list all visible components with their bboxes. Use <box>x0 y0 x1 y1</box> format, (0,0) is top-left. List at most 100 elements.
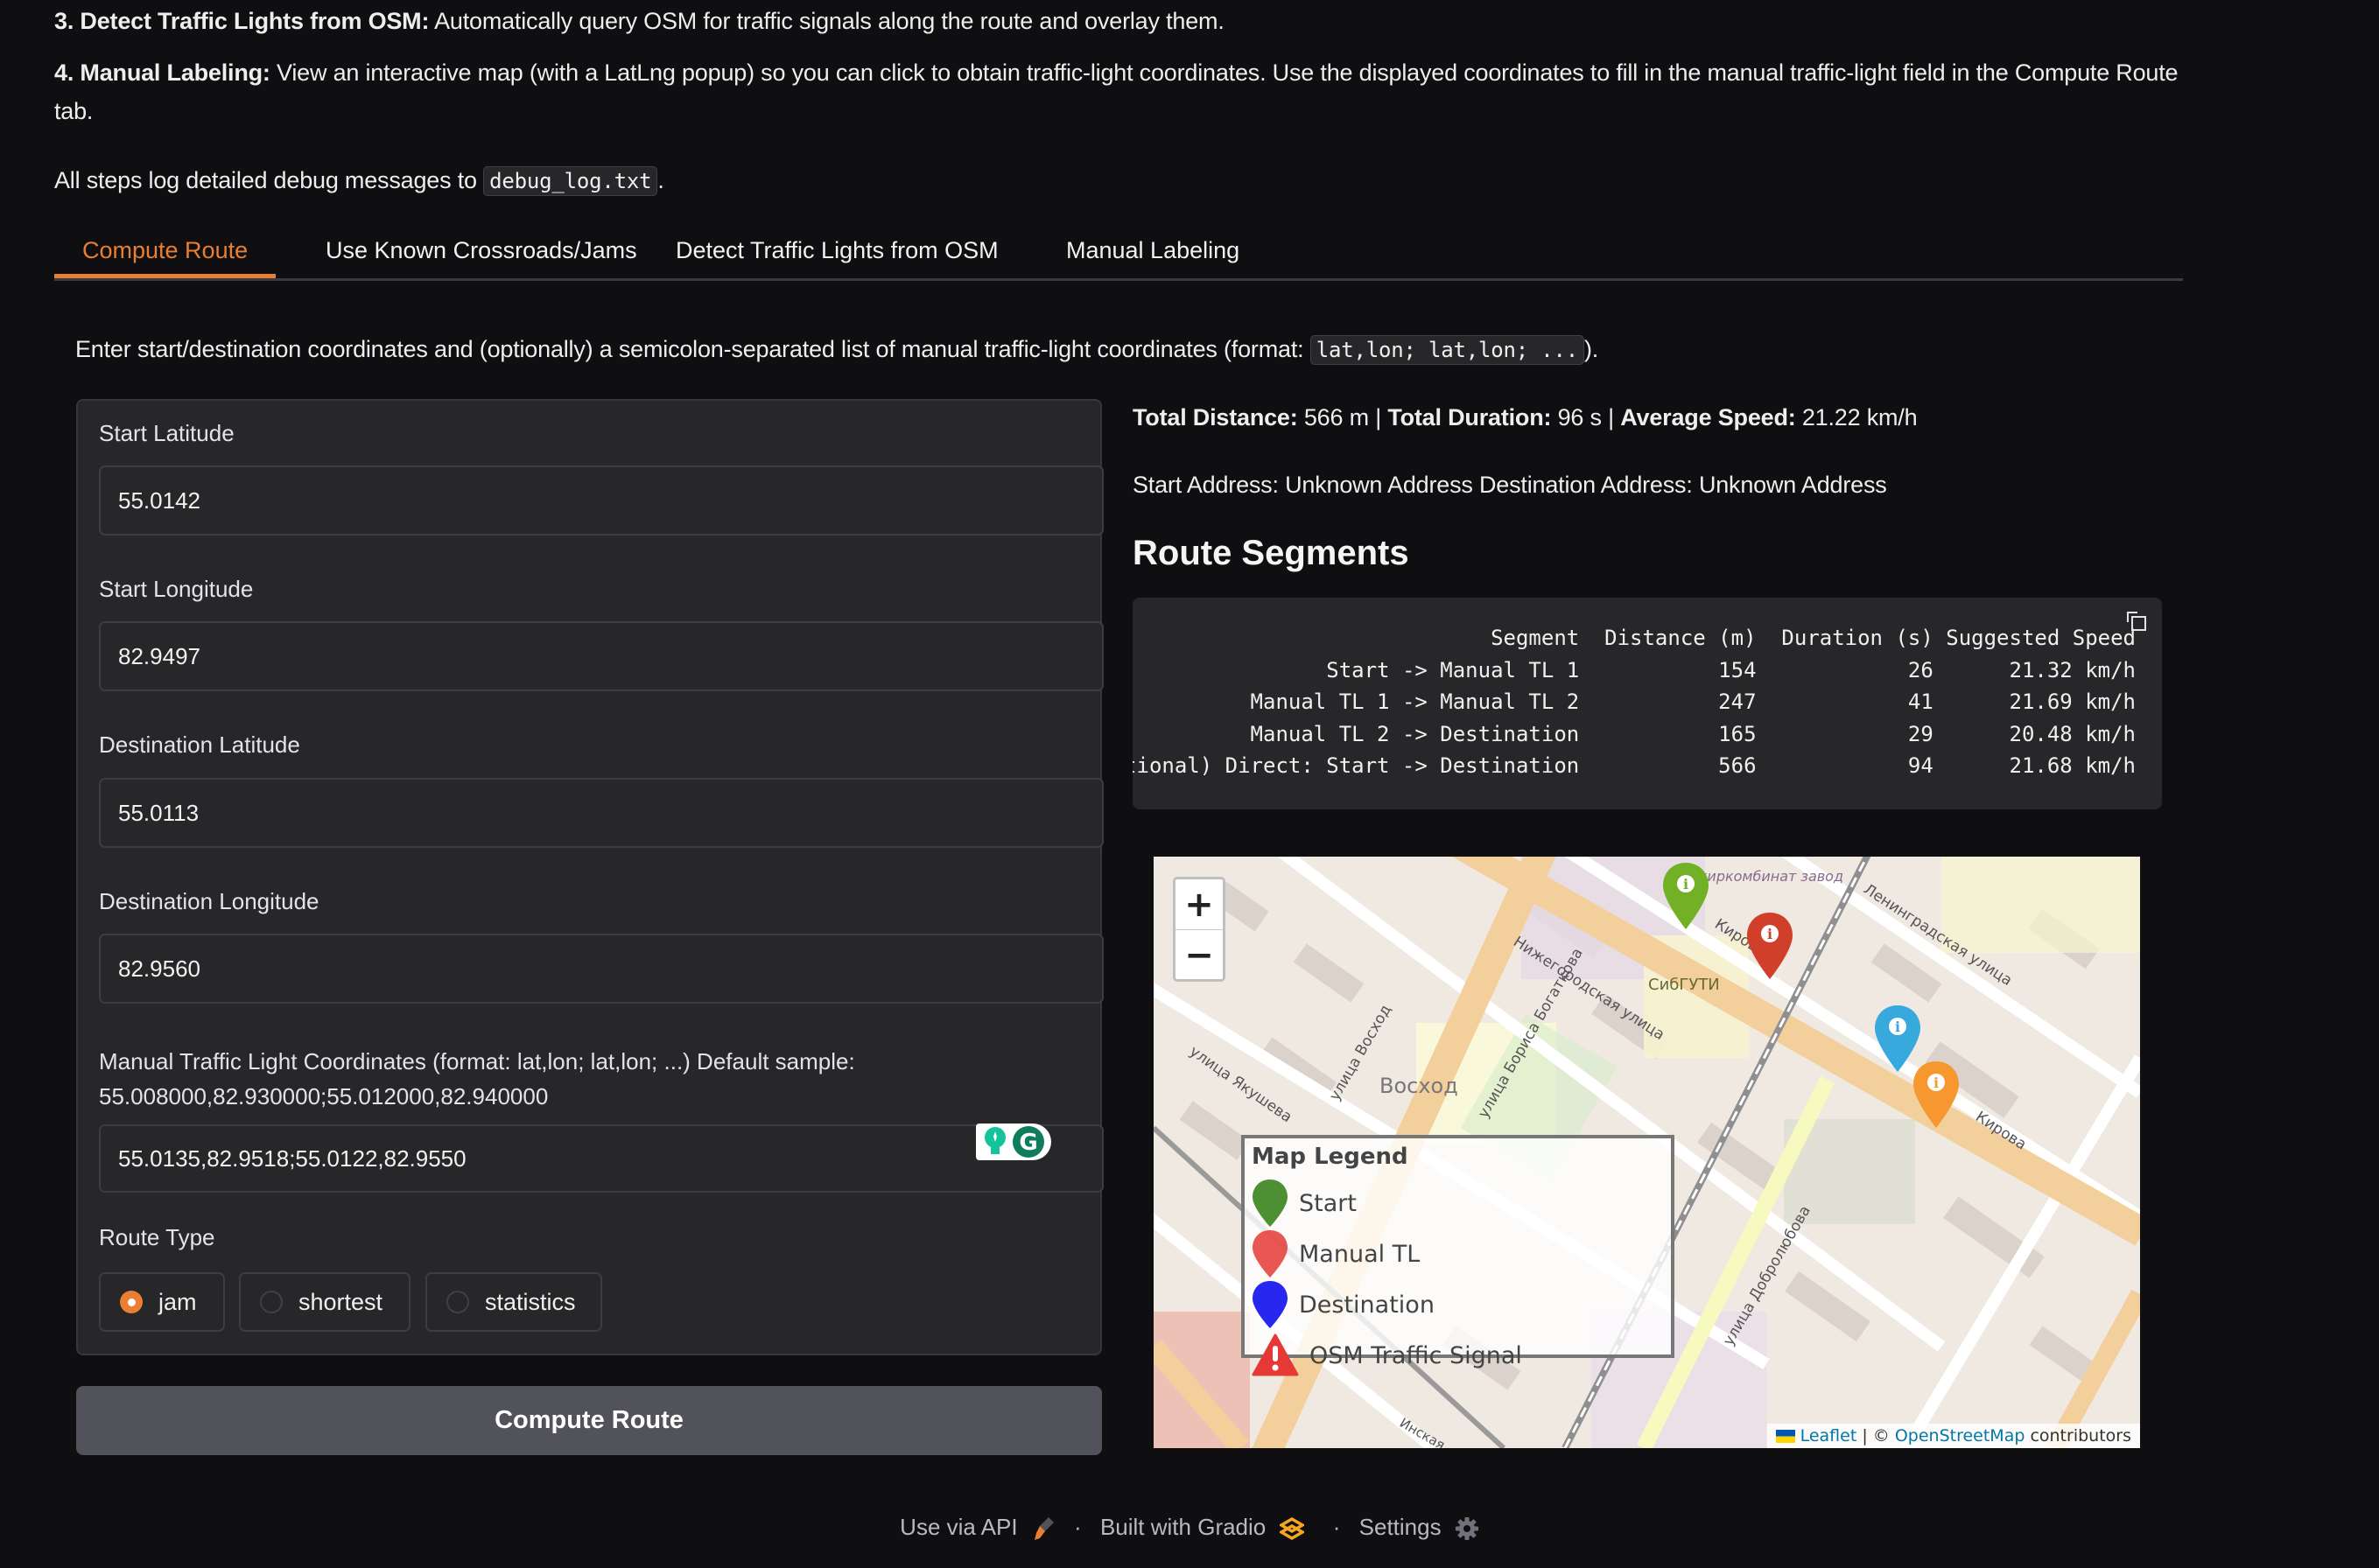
gradio-logo-icon <box>1279 1517 1304 1541</box>
lightbulb-icon <box>985 1127 1006 1154</box>
route-type-statistics-label: statistics <box>485 1288 576 1315</box>
start-latitude-label: Start Latitude <box>99 420 235 446</box>
destination-latitude-label: Destination Latitude <box>99 732 300 758</box>
format-code: lat,lon; lat,lon; ... <box>1309 335 1584 365</box>
route-type-label: Route Type <box>99 1224 215 1250</box>
rocket-icon <box>1034 1517 1054 1541</box>
route-segments-table: Segment Distance (m) Duration (s) Sugges… <box>1133 626 2136 778</box>
manual-tl-input[interactable] <box>99 1124 1104 1193</box>
debug-log-note: All steps log detailed debug messages to… <box>54 161 664 200</box>
route-summary: Total Distance: 566 m | Total Duration: … <box>1133 398 1918 437</box>
map-zoom-control: + − <box>1173 877 1225 982</box>
openstreetmap-link[interactable]: OpenStreetMap <box>1895 1426 2025 1446</box>
radio-unselected-icon <box>260 1291 283 1313</box>
total-duration-value: 96 s | <box>1551 404 1621 430</box>
map-label-voskhod: Восход <box>1379 1074 1458 1098</box>
footer-separator: · <box>1074 1514 1082 1540</box>
radio-selected-icon <box>120 1291 143 1313</box>
manual-tl-label-text: Manual Traffic Light Coordinates (format… <box>99 1048 855 1074</box>
average-speed-label: Average Speed: <box>1620 404 1796 430</box>
route-segments-heading: Route Segments <box>1133 534 1409 572</box>
green-pin-icon <box>1253 1180 1288 1227</box>
legend-item-start: Start <box>1252 1179 1357 1228</box>
route-type-jam[interactable]: jam <box>99 1272 225 1332</box>
manual-tl-default-sample: 55.008000,82.930000;55.012000,82.940000 <box>99 1083 549 1110</box>
settings-link[interactable]: Settings <box>1358 1514 1479 1541</box>
leaflet-link[interactable]: Leaflet <box>1800 1426 1857 1446</box>
legend-item-destination: Destination <box>1252 1280 1435 1329</box>
legend-item-osm-signal: OSM Traffic Signal <box>1252 1331 1522 1380</box>
footer: Use via API · Built with Gradio · Settin… <box>0 1514 2379 1542</box>
route-type-shortest[interactable]: shortest <box>239 1272 411 1332</box>
grammarly-widget[interactable]: G <box>976 1124 1051 1160</box>
tab-detect-traffic-lights[interactable]: Detect Traffic Lights from OSM <box>648 226 1027 276</box>
svg-text:i: i <box>1683 876 1688 892</box>
manual-tl-label: Manual Traffic Light Coordinates (format… <box>99 1044 855 1114</box>
total-duration-label: Total Duration: <box>1387 404 1552 430</box>
radio-unselected-icon <box>446 1291 469 1313</box>
route-type-radio-group: jam shortest statistics <box>99 1272 624 1332</box>
total-distance-value: 566 m | <box>1297 404 1388 430</box>
legend-manual-tl-label: Manual TL <box>1299 1240 1421 1268</box>
start-marker[interactable]: i <box>1661 861 1710 931</box>
tab-bar: Compute Route Use Known Crossroads/Jams … <box>54 226 2183 281</box>
attribution-suffix: contributors <box>2025 1426 2131 1446</box>
average-speed-value: 21.22 km/h <box>1795 404 1918 430</box>
copy-icon[interactable] <box>2125 610 2148 633</box>
step-3-title: 3. Detect Traffic Lights from OSM: <box>54 8 430 34</box>
total-distance-label: Total Distance: <box>1133 404 1298 430</box>
tab-manual-labeling[interactable]: Manual Labeling <box>1038 226 1267 276</box>
tab-compute-route[interactable]: Compute Route <box>54 226 277 278</box>
route-form-panel: Start Latitude Start Longitude Destinati… <box>76 399 1104 1355</box>
svg-text:i: i <box>1767 926 1772 942</box>
debug-log-text: All steps log detailed debug messages to <box>54 167 484 193</box>
start-latitude-input[interactable] <box>99 466 1104 536</box>
manual-tl-2-marker[interactable]: i <box>1912 1060 1961 1130</box>
route-type-jam-label: jam <box>158 1288 197 1315</box>
map-attribution: Leaflet | © OpenStreetMap contributors <box>1766 1424 2140 1448</box>
step-4-text: 4. Manual Labeling: View an interactive … <box>54 53 2190 130</box>
destination-longitude-input[interactable] <box>99 934 1104 1004</box>
grammarly-icon: G <box>1013 1126 1044 1158</box>
settings-label: Settings <box>1358 1514 1442 1540</box>
svg-text:i: i <box>1895 1018 1900 1035</box>
manual-tl-1-marker[interactable]: i <box>1745 911 1794 981</box>
use-via-api-link[interactable]: Use via API <box>900 1514 1062 1541</box>
legend-destination-label: Destination <box>1299 1291 1435 1319</box>
tab-known-crossroads[interactable]: Use Known Crossroads/Jams <box>298 226 665 276</box>
ukraine-flag-icon <box>1775 1430 1795 1443</box>
zoom-in-button[interactable]: + <box>1175 879 1223 930</box>
step-3-text: 3. Detect Traffic Lights from OSM: Autom… <box>54 2 1225 40</box>
legend-osm-signal-label: OSM Traffic Signal <box>1309 1341 1522 1369</box>
legend-start-label: Start <box>1299 1189 1357 1217</box>
map-legend-title: Map Legend <box>1252 1144 1408 1170</box>
red-pin-icon <box>1253 1230 1288 1278</box>
instructions: Enter start/destination coordinates and … <box>75 330 1598 369</box>
attribution-separator: | © <box>1856 1426 1895 1446</box>
map-label-factory: жиркомбинат завод <box>1694 868 1843 885</box>
start-longitude-label: Start Longitude <box>99 576 254 602</box>
start-longitude-input[interactable] <box>99 621 1104 691</box>
route-addresses: Start Address: Unknown Address Destinati… <box>1133 472 1887 498</box>
destination-longitude-label: Destination Longitude <box>99 888 319 914</box>
built-with-gradio-label: Built with Gradio <box>1099 1514 1267 1540</box>
route-type-shortest-label: shortest <box>298 1288 383 1315</box>
step-4-title: 4. Manual Labeling: <box>54 60 270 86</box>
step-3-desc: Automatically query OSM for traffic sign… <box>429 8 1225 34</box>
compute-route-button[interactable]: Compute Route <box>76 1386 1102 1455</box>
route-map[interactable]: улица Восход Восход Нижегородская улица … <box>1154 857 2140 1448</box>
use-via-api-label: Use via API <box>900 1514 1018 1540</box>
gear-icon <box>1455 1517 1478 1541</box>
built-with-gradio-link[interactable]: Built with Gradio <box>1099 1514 1310 1541</box>
debug-log-end: . <box>657 167 664 193</box>
route-segments-code-block: Segment Distance (m) Duration (s) Sugges… <box>1133 598 2162 809</box>
step-4-desc: View an interactive map (with a LatLng p… <box>270 60 2179 86</box>
destination-latitude-input[interactable] <box>99 778 1104 848</box>
instructions-end: ). <box>1583 336 1599 362</box>
zoom-out-button[interactable]: − <box>1175 930 1223 980</box>
step-4-desc-cont: tab. <box>54 98 94 124</box>
warning-triangle-icon <box>1252 1334 1299 1376</box>
svg-text:i: i <box>1933 1074 1939 1091</box>
route-type-statistics[interactable]: statistics <box>425 1272 602 1332</box>
debug-log-filename: debug_log.txt <box>483 166 658 196</box>
